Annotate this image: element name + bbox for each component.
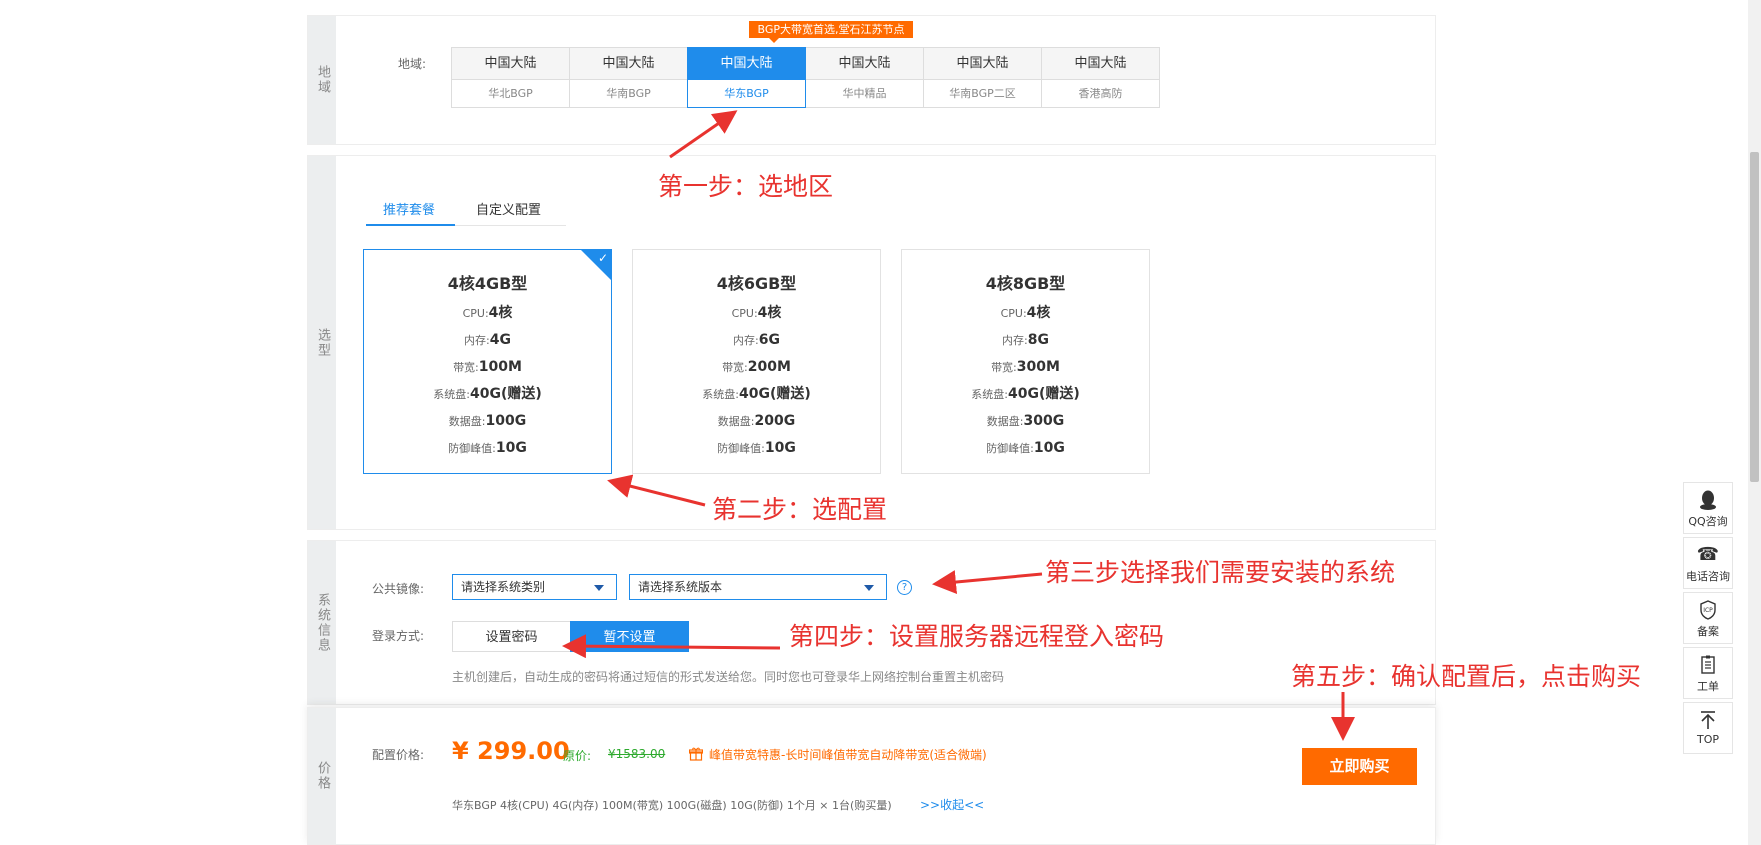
arrow-step4 (562, 634, 781, 659)
icp-icon: ICP (1684, 599, 1732, 623)
arrow-step3 (932, 570, 1043, 594)
scrollbar-thumb[interactable] (1750, 152, 1759, 482)
ticket-icon (1684, 654, 1732, 678)
top-arrow-icon (1684, 709, 1732, 733)
back-to-top-button[interactable]: TOP (1683, 702, 1733, 754)
annotation-step3: 第三步选择我们需要安装的系统 (1045, 558, 1396, 587)
region-country: 中国大陆 (688, 48, 805, 80)
annotation-step2: 第二步：选配置 (712, 495, 888, 524)
annotation-step4: 第四步：设置服务器远程登入密码 (789, 622, 1165, 651)
annotation-step1: 第一步：选地区 (658, 172, 834, 201)
region-option-east-bgp[interactable]: 中国大陆 华东BGP (687, 47, 806, 108)
ticket-button[interactable]: 工单 (1683, 647, 1733, 699)
phone-icon: ☎ (1696, 544, 1720, 565)
float-label: 电话咨询 (1686, 570, 1730, 583)
float-label: 备案 (1697, 625, 1719, 638)
svg-text:ICP: ICP (1703, 607, 1713, 614)
float-toolbar: QQ咨询 ☎ 电话咨询 ICP 备案 工单 TOP (1683, 482, 1733, 757)
float-label: TOP (1696, 733, 1719, 746)
arrow-step1 (669, 110, 738, 159)
phone-consult-button[interactable]: ☎ 电话咨询 (1683, 537, 1733, 589)
qq-consult-button[interactable]: QQ咨询 (1683, 482, 1733, 534)
annotation-step5: 第五步：确认配置后，点击购买 (1291, 662, 1642, 691)
float-label: QQ咨询 (1688, 515, 1728, 528)
float-label: 工单 (1697, 680, 1719, 693)
annotation-arrows (562, 110, 1355, 741)
qq-icon (1684, 489, 1732, 513)
page-scrollbar[interactable] (1748, 0, 1761, 845)
arrow-step2 (607, 474, 706, 507)
icp-button[interactable]: ICP 备案 (1683, 592, 1733, 644)
region-node: 华东BGP (724, 87, 769, 100)
